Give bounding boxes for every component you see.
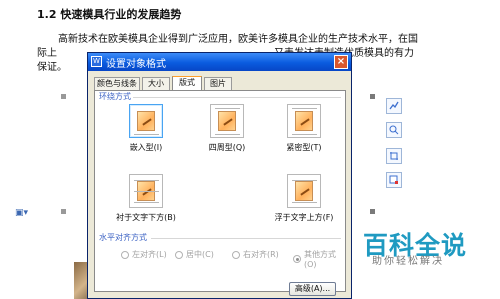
dialog-title: 设置对象格式 — [106, 59, 166, 70]
document-tool-icon: ▣▾ — [15, 208, 29, 218]
wrap-option-behind-text-label: 衬于文字下方(B) — [116, 213, 176, 222]
margin-marker — [61, 209, 66, 214]
text-line — [134, 202, 159, 203]
zoom-icon — [389, 125, 399, 135]
align-other-label: 其他方式(O) — [304, 250, 336, 269]
tab-picture[interactable]: 图片 — [204, 77, 232, 90]
wrap-option-inline[interactable] — [129, 104, 163, 138]
wrap-option-tight[interactable] — [287, 104, 321, 138]
document-tool-button[interactable]: ▣▾ — [15, 208, 32, 218]
format-object-dialog: W 设置对象格式 × 颜色与线条 大小 版式 图片 环绕方式 嵌入型(I) 四周… — [87, 52, 352, 299]
tight-wrap-icon — [295, 111, 313, 131]
text-line — [292, 134, 317, 135]
wrap-option-behind-text[interactable] — [129, 174, 163, 208]
align-right-radio[interactable] — [232, 250, 240, 259]
text-line — [134, 134, 159, 135]
close-button[interactable]: × — [334, 55, 348, 69]
tab-size[interactable]: 大小 — [142, 77, 170, 90]
layout-options-icon — [389, 101, 399, 110]
document-paragraph-line-2-left: 际上 — [37, 48, 57, 59]
document-paragraph-line-1: 高新技术在欧美模具企业得到广泛应用，欧美许多模具企业的生产技术水平，在国 — [58, 34, 418, 45]
text-line — [292, 202, 317, 203]
align-left-radio[interactable] — [121, 250, 129, 259]
horizontal-align-divider — [151, 238, 341, 239]
crop-icon — [390, 152, 398, 160]
wrap-option-inline-label: 嵌入型(I) — [129, 143, 163, 152]
text-line — [292, 108, 317, 109]
align-left-option[interactable]: 左对齐(L) — [121, 249, 167, 260]
image-settings-icon — [389, 175, 398, 184]
square-wrap-icon — [218, 111, 236, 131]
margin-marker — [61, 94, 66, 99]
selection-handle[interactable] — [370, 94, 375, 99]
horizontal-align-section-label: 水平对齐方式 — [99, 233, 147, 242]
text-line — [215, 134, 240, 135]
align-other-option[interactable]: 其他方式(O) — [293, 249, 345, 269]
front-text-wrap-icon — [295, 181, 313, 201]
wrap-style-divider — [133, 97, 341, 98]
wrap-option-in-front-of-text[interactable] — [287, 174, 321, 208]
layout-options-button[interactable] — [386, 98, 402, 114]
tab-layout[interactable]: 版式 — [172, 76, 202, 91]
wrap-option-square-label: 四周型(Q) — [208, 143, 246, 152]
align-center-option[interactable]: 居中(C) — [175, 249, 214, 260]
dialog-app-icon: W — [91, 56, 102, 67]
document-paragraph-line-3: 保证。 — [37, 62, 67, 73]
inline-wrap-icon — [137, 111, 155, 131]
dialog-titlebar[interactable]: W 设置对象格式 × — [88, 53, 351, 71]
advanced-button[interactable]: 高级(A)... — [289, 282, 336, 296]
wrap-option-in-front-of-text-label: 浮于文字上方(F) — [274, 213, 334, 222]
crop-button[interactable] — [386, 148, 402, 164]
text-line — [134, 191, 159, 192]
selection-handle[interactable] — [370, 209, 375, 214]
align-center-radio[interactable] — [175, 250, 183, 259]
tab-colors-lines[interactable]: 颜色与线条 — [94, 77, 140, 90]
image-settings-button[interactable] — [386, 172, 402, 188]
align-right-option[interactable]: 右对齐(R) — [232, 249, 279, 260]
layout-panel: 环绕方式 嵌入型(I) 四周型(Q) 紧密型(T) 衬于文字下方(B) 浮于文字… — [94, 90, 346, 292]
align-right-label: 右对齐(R) — [243, 250, 279, 259]
watermark-subtitle: 助你轻松解决 — [372, 256, 444, 267]
align-center-label: 居中(C) — [186, 250, 214, 259]
document-heading: 1.2 快速模具行业的发展趋势 — [37, 8, 182, 21]
text-line — [134, 180, 159, 181]
wrap-option-tight-label: 紧密型(T) — [286, 143, 322, 152]
align-other-radio[interactable] — [293, 255, 301, 263]
wrap-style-section-label: 环绕方式 — [99, 92, 131, 101]
text-line — [292, 180, 317, 181]
align-left-label: 左对齐(L) — [132, 250, 167, 259]
zoom-button[interactable] — [386, 122, 402, 138]
wrap-option-square[interactable] — [210, 104, 244, 138]
text-line — [215, 108, 240, 109]
